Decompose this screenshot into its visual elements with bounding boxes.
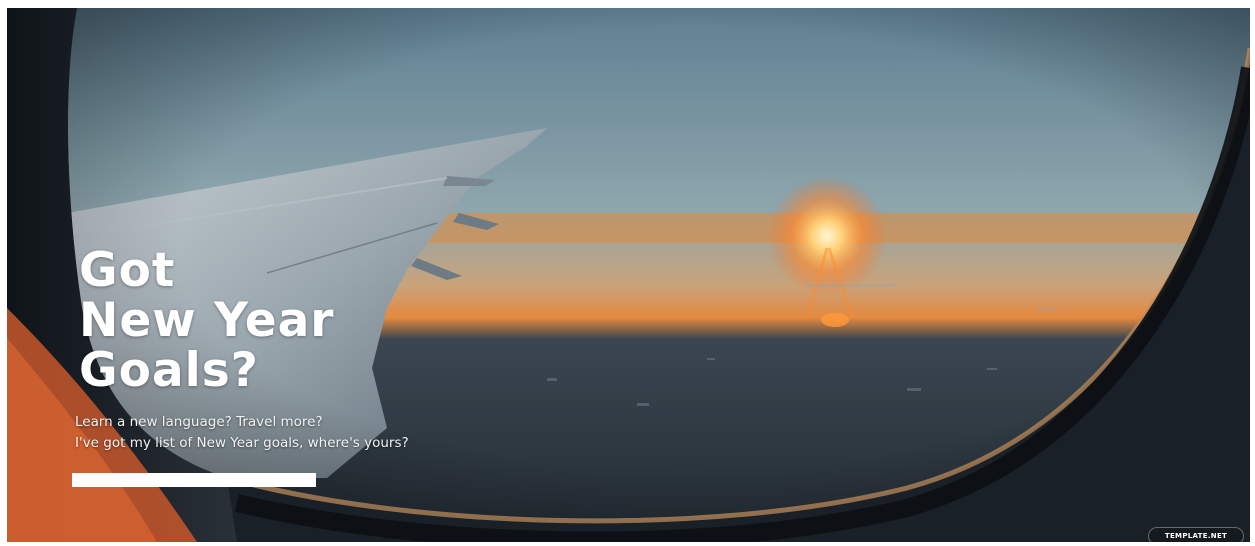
cta-button[interactable] (72, 473, 316, 487)
hero-banner: Got New Year Goals? Learn a new language… (7, 8, 1250, 542)
headline-line-1: Got (79, 243, 176, 298)
subtext-line-2: I've got my list of New Year goals, wher… (75, 435, 409, 451)
headline-line-3: Goals? (79, 343, 259, 398)
headline-line-2: New Year (79, 293, 335, 348)
subtext-line-1: Learn a new language? Travel more? (75, 414, 323, 430)
subtext: Learn a new language? Travel more? I've … (75, 412, 409, 454)
headline: Got New Year Goals? (79, 246, 334, 396)
watermark-badge: TEMPLATE.NET (1148, 527, 1244, 542)
